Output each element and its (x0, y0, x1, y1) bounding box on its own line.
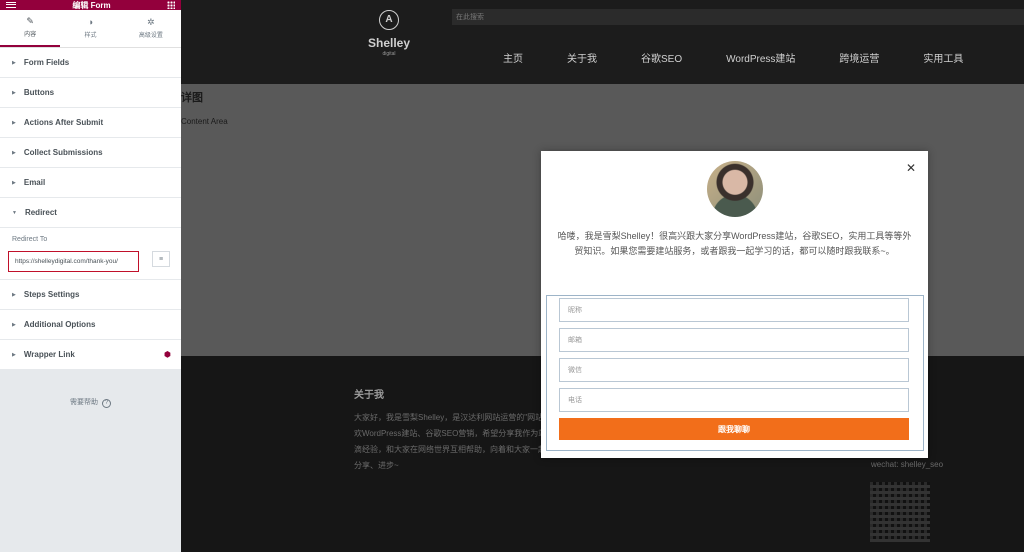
section-label: Steps Settings (23, 290, 80, 299)
nickname-field[interactable]: 昵称 (559, 298, 909, 322)
dynamic-tags-icon[interactable]: ≡ (152, 251, 170, 267)
submit-button[interactable]: 跟我聊聊 (559, 418, 909, 440)
redirect-url-input[interactable]: https://shelleydigital.com/thank-you/ (8, 251, 139, 272)
help-question-icon: ? (102, 399, 111, 408)
section-redirect[interactable]: ▼ Redirect (0, 198, 181, 228)
caret-right-icon: ▶ (12, 321, 16, 328)
section-email[interactable]: ▶ Email (0, 168, 181, 198)
qr-code-image (870, 482, 930, 542)
menu-icon[interactable] (6, 2, 16, 8)
nav-item[interactable]: 主页 (481, 50, 545, 65)
caret-right-icon: ▶ (12, 89, 16, 96)
editor-panel: 编辑 Form ✎ 内容 ◑ 样式 ✲ 高级设置 ▶ Form Fields ▶… (0, 0, 181, 552)
popup-intro-text: 哈喽，我是雪梨Shelley！很高兴跟大家分享WordPress建站，谷歌SEO… (557, 231, 912, 256)
caret-right-icon: ▶ (12, 149, 16, 156)
section-buttons[interactable]: ▶ Buttons (0, 78, 181, 108)
tab-style[interactable]: ◑ 样式 (60, 10, 120, 47)
section-wrapper-link[interactable]: ▶ Wrapper Link ⬢ (0, 340, 181, 370)
logo-mark-icon: A (379, 10, 399, 30)
search-input[interactable]: 在此搜索 (452, 9, 1024, 25)
section-label: Wrapper Link (23, 350, 75, 359)
panel-tabs: ✎ 内容 ◑ 样式 ✲ 高级设置 (0, 10, 181, 48)
logo-name: Shelley (367, 36, 411, 50)
pencil-icon: ✎ (26, 16, 34, 26)
section-label: Collect Submissions (23, 148, 103, 157)
tab-advanced-label: 高级设置 (138, 33, 163, 39)
nav-item[interactable]: WordPress建站 (704, 50, 817, 65)
caret-right-icon: ▶ (12, 291, 16, 298)
need-help-link[interactable]: 需要帮助? (0, 397, 181, 408)
section-label: Redirect (24, 208, 57, 217)
contact-popup: ✕ 哈喽，我是雪梨Shelley！很高兴跟大家分享WordPress建站，谷歌S… (541, 151, 928, 458)
section-label: Actions After Submit (23, 118, 104, 127)
caret-right-icon: ▶ (12, 59, 16, 66)
need-help-label: 需要帮助 (70, 399, 98, 406)
section-label: Additional Options (23, 320, 96, 329)
tab-content[interactable]: ✎ 内容 (0, 10, 61, 47)
caret-right-icon: ▶ (12, 119, 16, 126)
half-circle-icon: ◑ (87, 17, 94, 27)
section-actions-after-submit[interactable]: ▶ Actions After Submit (0, 108, 181, 138)
content-area-label: Content Area (181, 117, 228, 126)
caret-right-icon: ▶ (12, 351, 16, 358)
nav-item[interactable]: 跨境运营 (817, 50, 901, 65)
panel-header: 编辑 Form (0, 0, 181, 10)
widgets-grid-icon[interactable] (166, 1, 175, 9)
section-form-fields[interactable]: ▶ Form Fields (0, 48, 181, 78)
page-heading: 详图 (181, 92, 203, 104)
caret-right-icon: ▶ (12, 179, 16, 186)
section-label: Email (23, 178, 46, 187)
nav-item[interactable]: 实用工具 (901, 50, 985, 65)
nav-item[interactable]: 关于我 (545, 50, 619, 65)
logo-sub: digital (382, 51, 396, 57)
tab-style-label: 样式 (84, 33, 97, 39)
pro-badge-icon: ⬢ (164, 350, 171, 359)
section-label: Buttons (23, 88, 55, 97)
site-header: A Shelley digital 在此搜索 主页 关于我 谷歌SEO Word… (181, 0, 1024, 84)
contact-form: 昵称 邮箱 微信 电话 跟我聊聊 (546, 295, 924, 451)
nav-item[interactable]: 谷歌SEO (619, 50, 704, 65)
wechat-field[interactable]: 微信 (559, 358, 909, 382)
gear-icon: ✲ (147, 17, 155, 27)
phone-field[interactable]: 电话 (559, 388, 909, 412)
close-icon[interactable]: ✕ (906, 161, 916, 175)
avatar (707, 161, 763, 217)
section-label: Form Fields (23, 58, 70, 67)
main-nav: 主页 关于我 谷歌SEO WordPress建站 跨境运营 实用工具 (481, 50, 985, 65)
tab-content-label: 内容 (24, 32, 37, 38)
section-additional-options[interactable]: ▶ Additional Options (0, 310, 181, 340)
site-logo[interactable]: A Shelley digital (367, 10, 411, 57)
panel-title: 编辑 Form (72, 0, 111, 10)
email-field[interactable]: 邮箱 (559, 328, 909, 352)
footer-title: 关于我 (354, 390, 384, 401)
tab-advanced[interactable]: ✲ 高级设置 (121, 10, 181, 47)
caret-down-icon: ▼ (12, 209, 17, 216)
section-steps-settings[interactable]: ▶ Steps Settings (0, 280, 181, 310)
section-collect-submissions[interactable]: ▶ Collect Submissions (0, 138, 181, 168)
redirect-to-label: Redirect To (12, 236, 48, 243)
